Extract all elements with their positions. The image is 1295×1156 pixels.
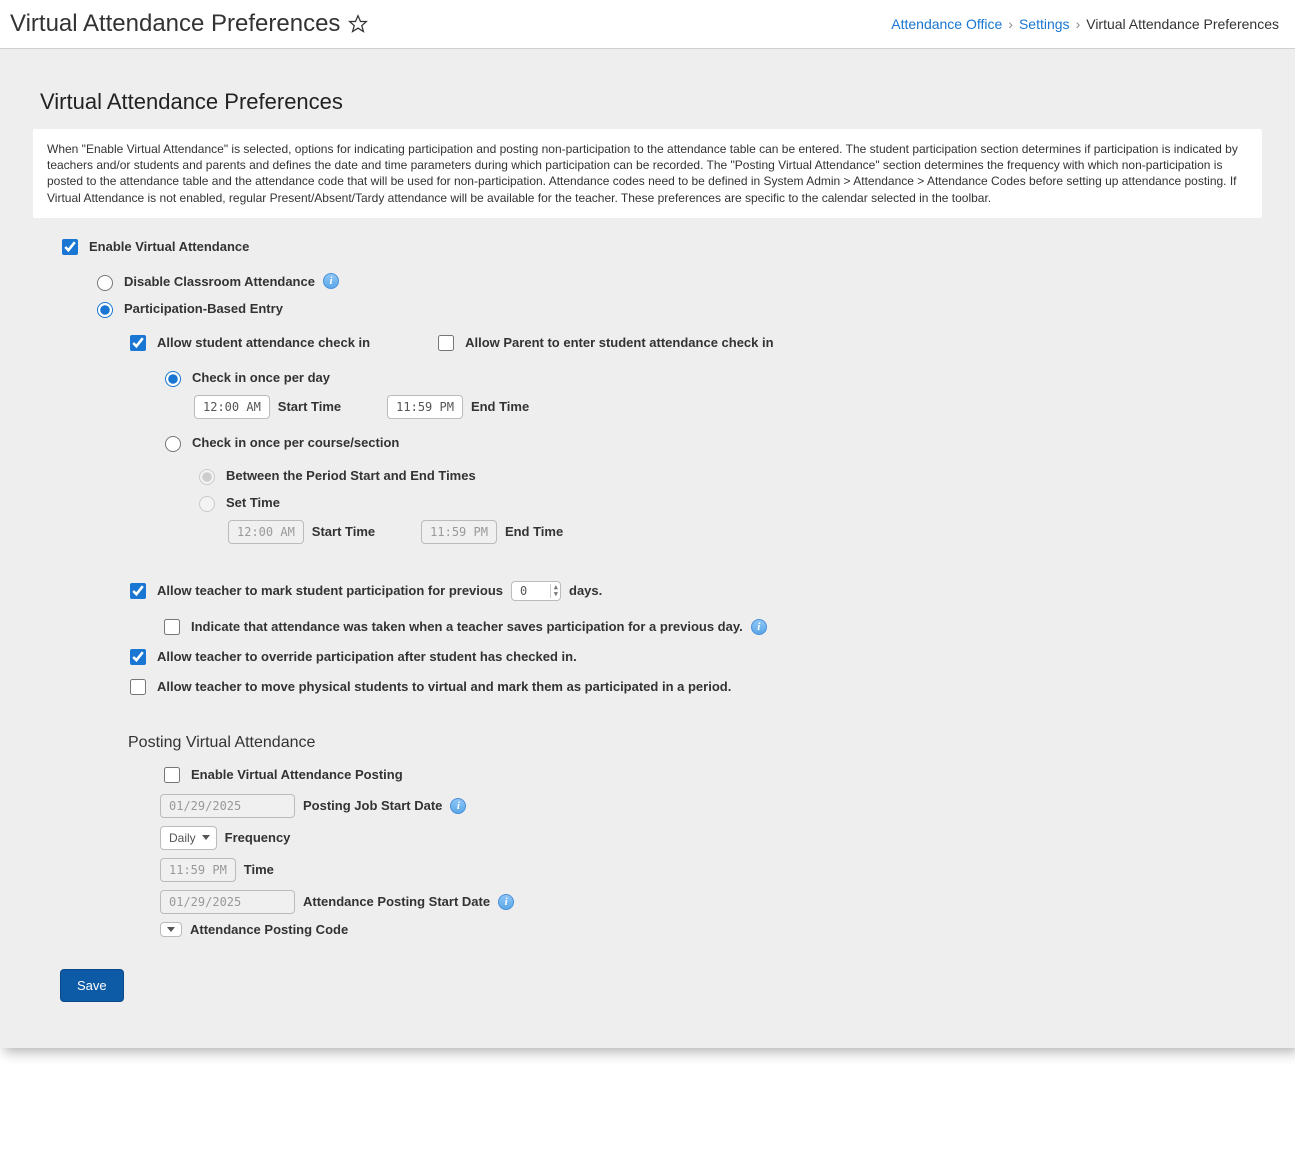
indicate-taken-label: Indicate that attendance was taken when … [191, 619, 743, 634]
chevron-down-icon [167, 927, 175, 932]
attendance-posting-start-date-input[interactable]: 01/29/2025 [160, 890, 295, 914]
allow-student-checkin-checkbox[interactable] [130, 335, 146, 351]
indicate-taken-checkbox[interactable] [164, 619, 180, 635]
checkin-once-day-radio[interactable] [165, 371, 181, 387]
participation-based-label: Participation-Based Entry [124, 301, 283, 316]
posting-time-label: Time [244, 862, 274, 877]
allow-move-label: Allow teacher to move physical students … [157, 679, 731, 694]
posting-time-input[interactable]: 11:59 PM [160, 858, 236, 882]
allow-parent-checkin-label: Allow Parent to enter student attendance… [465, 335, 773, 350]
info-icon[interactable]: i [498, 894, 514, 910]
previous-days-value: 0 [520, 584, 527, 598]
allow-override-label: Allow teacher to override participation … [157, 649, 577, 664]
breadcrumb-link-settings[interactable]: Settings [1019, 16, 1070, 32]
day-end-time-input[interactable]: 11:59 PM [387, 395, 463, 419]
save-button[interactable]: Save [60, 969, 124, 1002]
info-icon[interactable]: i [450, 798, 466, 814]
allow-parent-checkin-checkbox[interactable] [438, 335, 454, 351]
start-time-label-2: Start Time [312, 524, 375, 539]
set-end-time-input: 11:59 PM [421, 520, 497, 544]
chevron-right-icon: › [1008, 16, 1013, 32]
enable-virtual-checkbox[interactable] [62, 239, 78, 255]
chevron-down-icon [202, 835, 210, 840]
allow-teacher-mark-prev-label-pre: Allow teacher to mark student participat… [157, 583, 503, 598]
favorite-star-icon[interactable] [348, 14, 368, 34]
set-time-radio [199, 496, 215, 512]
end-time-label-2: End Time [505, 524, 563, 539]
between-period-radio [199, 469, 215, 485]
page-title-text: Virtual Attendance Preferences [10, 10, 340, 38]
breadcrumb: Attendance Office › Settings › Virtual A… [891, 16, 1279, 32]
disable-classroom-radio[interactable] [97, 275, 113, 291]
attendance-posting-start-date-label: Attendance Posting Start Date [303, 894, 490, 909]
enable-posting-label: Enable Virtual Attendance Posting [191, 767, 403, 782]
set-time-label: Set Time [226, 495, 280, 510]
between-period-label: Between the Period Start and End Times [226, 468, 476, 483]
panel-description: When "Enable Virtual Attendance" is sele… [33, 129, 1262, 218]
posting-section-heading: Posting Virtual Attendance [128, 734, 1253, 752]
checkin-once-course-radio[interactable] [165, 436, 181, 452]
frequency-label: Frequency [225, 830, 291, 845]
end-time-label: End Time [471, 399, 529, 414]
allow-teacher-mark-prev-checkbox[interactable] [130, 583, 146, 599]
frequency-value: Daily [169, 831, 196, 845]
set-start-time-input: 12:00 AM [228, 520, 304, 544]
chevron-right-icon: › [1076, 16, 1081, 32]
posting-job-start-date-label: Posting Job Start Date [303, 798, 442, 813]
info-icon[interactable]: i [323, 273, 339, 289]
breadcrumb-current: Virtual Attendance Preferences [1086, 16, 1279, 32]
enable-posting-checkbox[interactable] [164, 767, 180, 783]
enable-virtual-label: Enable Virtual Attendance [89, 239, 249, 254]
day-start-time-input[interactable]: 12:00 AM [194, 395, 270, 419]
checkin-once-day-label: Check in once per day [192, 370, 330, 385]
page-title: Virtual Attendance Preferences [10, 10, 368, 38]
attendance-posting-code-label: Attendance Posting Code [190, 922, 348, 937]
posting-job-start-date-input[interactable]: 01/29/2025 [160, 794, 295, 818]
frequency-select[interactable]: Daily [160, 826, 217, 850]
allow-move-checkbox[interactable] [130, 679, 146, 695]
stepper-arrows-icon[interactable]: ▲▼ [550, 584, 558, 598]
panel-title: Virtual Attendance Preferences [30, 79, 1265, 129]
participation-based-radio[interactable] [97, 302, 113, 318]
allow-override-checkbox[interactable] [130, 649, 146, 665]
disable-classroom-label: Disable Classroom Attendance [124, 274, 315, 289]
previous-days-stepper[interactable]: 0 ▲▼ [511, 581, 561, 601]
start-time-label: Start Time [278, 399, 341, 414]
breadcrumb-link-attendance-office[interactable]: Attendance Office [891, 16, 1002, 32]
attendance-posting-code-select[interactable] [160, 922, 182, 937]
info-icon[interactable]: i [751, 619, 767, 635]
allow-student-checkin-label: Allow student attendance check in [157, 335, 370, 350]
checkin-once-course-label: Check in once per course/section [192, 435, 399, 450]
allow-teacher-mark-prev-label-post: days. [569, 583, 602, 598]
